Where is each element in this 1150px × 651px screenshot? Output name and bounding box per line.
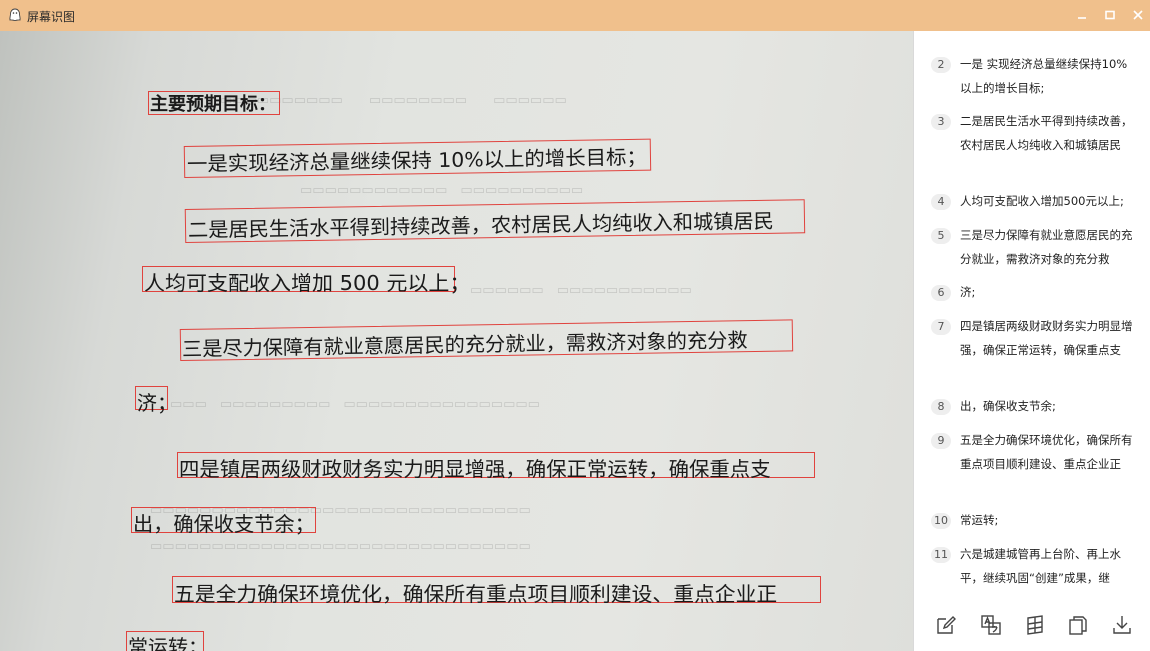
result-text[interactable]: 二是居民生活水平得到持续改善，农村居民人均纯收入和城镇居民 (960, 110, 1135, 157)
bleed-through-texture: ▭▭▭▭▭▭▭▭▭▭▭▭ ▭▭▭▭▭▭▭▭▭▭ (300, 183, 584, 198)
result-number: 4 (931, 194, 951, 210)
scanned-line: 人均可支配收入增加 500 元以上； (144, 271, 471, 295)
close-button[interactable] (1127, 4, 1149, 26)
result-item[interactable]: 2 一是 实现经济总量继续保持10%以上的增长目标; (914, 55, 1150, 103)
bleed-through-texture: ▭▭▭▭▭▭ ▭▭▭▭▭▭▭▭▭▭▭ (470, 283, 692, 298)
result-number: 10 (931, 513, 951, 529)
result-number: 2 (931, 57, 951, 73)
table-icon (1027, 615, 1043, 635)
bleed-through-texture: ▭▭▭ ▭▭▭▭▭▭▭▭▭ ▭▭▭▭▭▭▭▭▭▭▭▭▭▭▭▭ (170, 397, 540, 412)
edit-icon (937, 616, 956, 634)
result-item[interactable]: 7 四是镇居两级财政财务实力明显增强，确保正常运转，确保重点支 (914, 317, 1150, 389)
result-text[interactable]: 济; (960, 281, 1135, 305)
table-button[interactable] (1023, 613, 1047, 637)
scanned-line: 主要预期目标： (150, 94, 276, 115)
download-button[interactable] (1110, 613, 1134, 637)
result-item[interactable]: 9 五是全力确保环境优化，确保所有重点项目顺利建设、重点企业正 (914, 431, 1150, 503)
ocr-results-panel: 2 一是 实现经济总量继续保持10%以上的增长目标; 3 二是居民生活水平得到持… (914, 31, 1150, 651)
result-item[interactable]: 10 常运转; (914, 511, 1150, 535)
result-text[interactable]: 三是尽力保障有就业意愿居民的充分就业，需救济对象的充分救 (960, 224, 1135, 271)
result-item[interactable]: 3 二是居民生活水平得到持续改善，农村居民人均纯收入和城镇居民 (914, 112, 1150, 184)
app-icon (9, 8, 21, 22)
maximize-button[interactable] (1099, 4, 1121, 26)
translate-icon (981, 615, 1001, 635)
result-toolbar (914, 603, 1150, 649)
result-item[interactable]: 5 三是尽力保障有就业意愿居民的充分就业，需救济对象的充分救 (914, 226, 1150, 274)
bleed-through-texture: ▭▭▭▭▭▭▭▭▭▭▭▭▭▭▭▭▭▭▭▭▭▭▭▭▭▭▭▭▭▭▭ (150, 539, 531, 554)
result-item[interactable]: 4 人均可支配收入增加500元以上; (914, 192, 1150, 216)
result-number: 7 (931, 319, 951, 335)
result-text[interactable]: 五是全力确保环境优化，确保所有重点项目顺利建设、重点企业正 (960, 429, 1135, 476)
result-item[interactable]: 8 出，确保收支节余; (914, 397, 1150, 421)
download-icon (1113, 616, 1131, 634)
result-text[interactable]: 四是镇居两级财政财务实力明显增强，确保正常运转，确保重点支 (960, 315, 1135, 362)
close-icon (1133, 10, 1143, 20)
result-number: 3 (931, 114, 951, 130)
scanned-line: 四是镇居两级财政财务实力明显增强，确保正常运转，确保重点支 (179, 457, 771, 481)
translate-button[interactable] (979, 613, 1003, 637)
scanned-line: 出，确保收支节余； (133, 512, 315, 536)
result-text[interactable]: 出，确保收支节余; (960, 395, 1135, 419)
result-item[interactable]: 11 六是城建城管再上台阶、再上水平，继续巩固“创建”成果，继 (914, 545, 1150, 593)
minimize-icon (1078, 17, 1086, 19)
result-number: 6 (931, 285, 951, 301)
result-text[interactable]: 人均可支配收入增加500元以上; (960, 190, 1135, 214)
result-number: 5 (931, 228, 951, 244)
window-title: 屏幕识图 (27, 10, 76, 24)
scanned-line: 五是全力确保环境优化，确保所有重点项目顺利建设、重点企业正 (174, 582, 778, 606)
minimize-button[interactable] (1071, 4, 1093, 26)
copy-icon (1069, 616, 1087, 635)
result-number: 9 (931, 433, 951, 449)
result-number: 11 (931, 547, 951, 563)
copy-button[interactable] (1066, 613, 1090, 637)
title-bar: 屏幕识图 (0, 0, 1150, 31)
maximize-icon (1105, 10, 1115, 20)
scanned-line: 常运转； (128, 635, 208, 651)
edit-button[interactable] (934, 613, 958, 637)
result-number: 8 (931, 399, 951, 415)
scanned-line: 济； (137, 391, 177, 415)
result-text[interactable]: 一是 实现经济总量继续保持10%以上的增长目标; (960, 53, 1135, 100)
result-text[interactable]: 常运转; (960, 509, 1135, 533)
image-preview: ▭▭▭▭▭▭▭▭▭▭ ▭▭▭▭▭▭▭▭ ▭▭▭▭▭▭ ▭▭▭▭▭▭▭▭▭▭▭▭ … (0, 31, 914, 651)
result-item[interactable]: 6 济; (914, 283, 1150, 307)
result-text[interactable]: 六是城建城管再上台阶、再上水平，继续巩固“创建”成果，继 (960, 543, 1135, 590)
